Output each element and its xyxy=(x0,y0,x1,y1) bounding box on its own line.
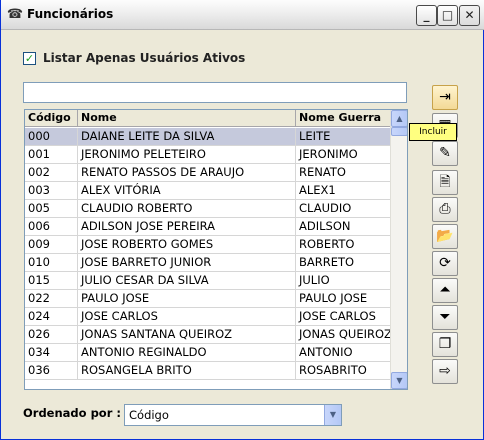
cell-codigo: 022 xyxy=(25,290,78,308)
cell-codigo: 002 xyxy=(25,164,78,182)
cell-codigo: 001 xyxy=(25,146,78,164)
table-row[interactable]: 002 RENATO PASSOS DE ARAUJO RENATO xyxy=(25,164,390,182)
table-row[interactable]: 000 DAIANE LEITE DA SILVA LEITE xyxy=(25,128,390,146)
cell-nome-guerra: ROBERTO xyxy=(299,237,355,251)
cell-nome-guerra: JULIO xyxy=(299,273,330,287)
cell-nome-guerra: ADILSON xyxy=(299,219,351,233)
cell-nome-guerra: JERONIMO xyxy=(299,147,358,161)
cell-nome: ANTONIO REGINALDO xyxy=(78,344,296,362)
cell-nome-guerra: ROSABRITO xyxy=(299,363,367,377)
move-last-icon[interactable]: ⏷ xyxy=(432,305,458,330)
grid-header: Código Nome Nome Guerra xyxy=(25,110,390,127)
cell-codigo: 034 xyxy=(25,344,78,362)
cell-nome: JOSE CARLOS xyxy=(78,308,296,326)
cell-codigo: 003 xyxy=(25,182,78,200)
cell-codigo: 010 xyxy=(25,254,78,272)
window-title: Funcionários xyxy=(27,7,114,21)
incluir-tooltip: Incluir xyxy=(409,123,457,141)
employees-grid[interactable]: Código Nome Nome Guerra 000 DAIANE LEITE … xyxy=(24,109,408,390)
scroll-down-button[interactable]: ▼ xyxy=(391,372,407,389)
grid-rows: 000 DAIANE LEITE DA SILVA LEITE 001 JERONIMO… xyxy=(25,128,390,380)
table-row[interactable]: 005 CLAUDIO ROBERTO CLAUDIO xyxy=(25,200,390,218)
cell-codigo: 015 xyxy=(25,272,78,290)
table-row[interactable]: 036 ROSANGELA BRITO ROSABRITO xyxy=(25,362,390,380)
cell-nome-guerra: BARRETO xyxy=(299,255,355,269)
cell-codigo: 006 xyxy=(25,218,78,236)
add-record-icon[interactable]: ⇥ xyxy=(432,85,458,110)
cell-nome-guerra: RENATO xyxy=(299,165,346,179)
table-row[interactable]: 010 JOSE BARRETO JUNIOR BARRETO xyxy=(25,254,390,272)
cell-nome-guerra: LEITE xyxy=(299,129,331,143)
cell-nome: JERONIMO PELETEIRO xyxy=(78,146,296,164)
table-row[interactable]: 022 PAULO JOSE PAULO JOSE xyxy=(25,290,390,308)
minimize-button[interactable]: _ xyxy=(416,5,437,26)
cell-nome: ROSANGELA BRITO xyxy=(78,362,296,380)
chevron-down-icon[interactable]: ▼ xyxy=(324,405,341,425)
cell-nome: RENATO PASSOS DE ARAUJO xyxy=(78,164,296,182)
cell-nome: ADILSON JOSE PEREIRA xyxy=(78,218,296,236)
close-button[interactable]: ✕ xyxy=(459,5,480,26)
scroll-thumb[interactable] xyxy=(391,127,407,136)
cell-nome: JOSE BARRETO JUNIOR xyxy=(78,254,296,272)
cell-nome-guerra: ALEX1 xyxy=(299,183,336,197)
cell-nome-guerra: PAULO JOSE xyxy=(299,291,368,305)
order-by-select[interactable]: Código ▼ xyxy=(124,404,342,426)
cell-nome: DAIANE LEITE DA SILVA xyxy=(78,128,296,146)
active-users-label: Listar Apenas Usuários Ativos xyxy=(43,51,246,65)
order-by-value: Código xyxy=(129,408,169,422)
open-folder-icon[interactable]: 📂 xyxy=(432,224,458,249)
funcionarios-window: ☎ Funcionários _ □ ✕ ✓ Listar Apenas Usu… xyxy=(0,0,484,440)
table-row[interactable]: 024 JOSE CARLOS JOSE CARLOS xyxy=(25,308,390,326)
cell-nome-guerra: ANTONIO xyxy=(299,345,353,359)
table-row[interactable]: 009 JOSE ROBERTO GOMES ROBERTO xyxy=(25,236,390,254)
app-icon: ☎ xyxy=(6,7,24,22)
table-row[interactable]: 006 ADILSON JOSE PEREIRA ADILSON xyxy=(25,218,390,236)
search-input[interactable] xyxy=(23,82,407,103)
vertical-scrollbar[interactable]: ▲ ▼ xyxy=(390,110,407,389)
cell-nome: CLAUDIO ROBERTO xyxy=(78,200,296,218)
title-bar[interactable]: ☎ Funcionários _ □ ✕ xyxy=(1,0,484,30)
cell-nome: PAULO JOSE xyxy=(78,290,296,308)
print-icon[interactable]: ⎙ xyxy=(432,197,458,222)
column-header-nome-guerra[interactable]: Nome Guerra xyxy=(296,110,390,127)
table-row[interactable]: 026 JONAS SANTANA QUEIROZ JONAS QUEIROZ xyxy=(25,326,390,344)
cell-codigo: 026 xyxy=(25,326,78,344)
table-row[interactable]: 034 ANTONIO REGINALDO ANTONIO xyxy=(25,344,390,362)
table-row[interactable]: 001 JERONIMO PELETEIRO JERONIMO xyxy=(25,146,390,164)
move-first-icon[interactable]: ⏶ xyxy=(432,278,458,303)
cell-codigo: 009 xyxy=(25,236,78,254)
refresh-icon[interactable]: ⟳ xyxy=(432,251,458,276)
cell-codigo: 005 xyxy=(25,200,78,218)
cell-nome-guerra: CLAUDIO xyxy=(299,201,352,215)
cell-nome-guerra: JOSE CARLOS xyxy=(299,309,376,323)
cell-nome: JULIO CESAR DA SILVA xyxy=(78,272,296,290)
cell-codigo: 000 xyxy=(25,128,78,146)
table-row[interactable]: 003 ALEX VITÓRIA ALEX1 xyxy=(25,182,390,200)
cell-nome-guerra: JONAS QUEIROZ xyxy=(299,327,390,341)
cell-nome: JONAS SANTANA QUEIROZ xyxy=(78,326,296,344)
delete-record-icon[interactable]: ✎ xyxy=(432,141,458,166)
table-row[interactable]: 015 JULIO CESAR DA SILVA JULIO xyxy=(25,272,390,290)
exit-icon[interactable]: ⇨ xyxy=(432,359,458,384)
maximize-button[interactable]: □ xyxy=(437,5,458,26)
cell-codigo: 024 xyxy=(25,308,78,326)
duplicate-icon[interactable]: ❐ xyxy=(432,332,458,357)
scroll-up-button[interactable]: ▲ xyxy=(391,110,407,127)
preview-icon[interactable]: 🗎 xyxy=(432,170,458,195)
column-header-nome[interactable]: Nome xyxy=(78,110,296,127)
order-by-label: Ordenado por : xyxy=(23,406,121,420)
cell-nome: JOSE ROBERTO GOMES xyxy=(78,236,296,254)
column-header-codigo[interactable]: Código xyxy=(25,110,78,127)
cell-nome: ALEX VITÓRIA xyxy=(78,182,296,200)
cell-codigo: 036 xyxy=(25,362,78,380)
active-users-checkbox[interactable]: ✓ xyxy=(23,52,36,65)
